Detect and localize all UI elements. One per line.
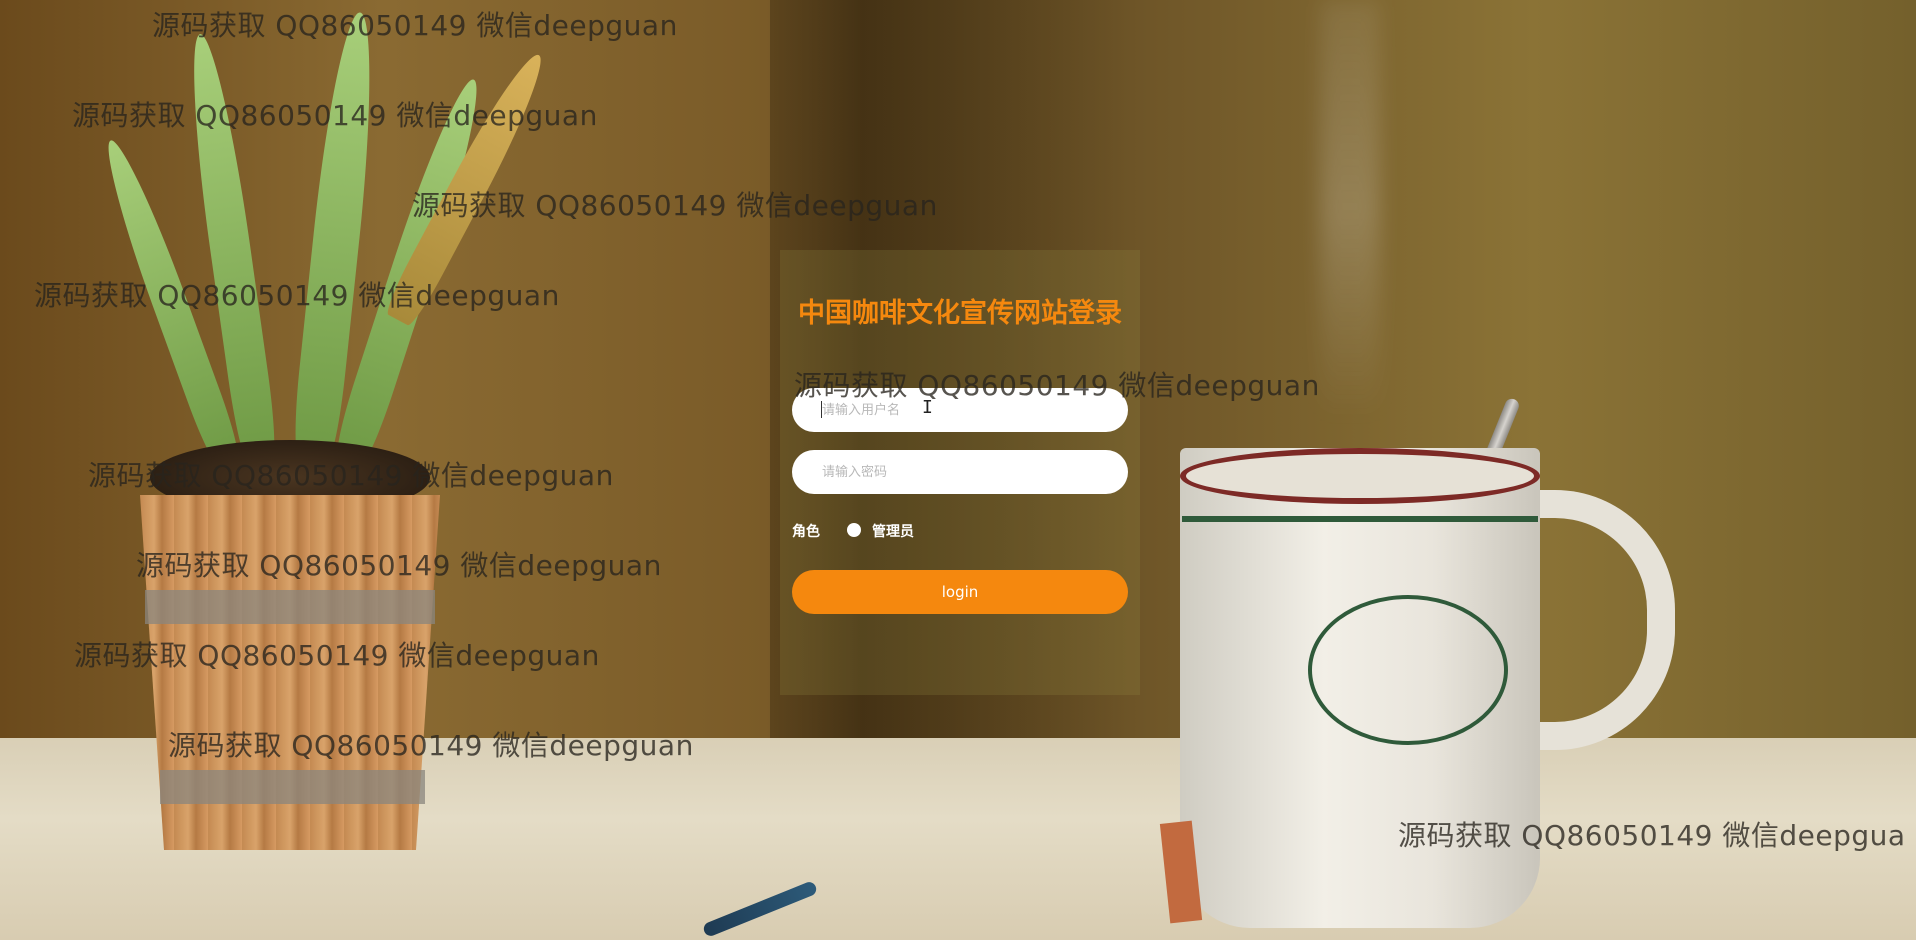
watermark-text: 源码获取 QQ86050149 微信deepguan (794, 369, 1320, 402)
watermark-text: 源码获取 QQ86050149 微信deepguan (88, 459, 614, 492)
steam (1320, 0, 1380, 420)
cup-rim (1180, 448, 1540, 504)
password-input[interactable] (792, 450, 1128, 494)
pot-band (160, 770, 425, 804)
watermark-text: 源码获取 QQ86050149 微信deepguan (152, 9, 678, 42)
watermark-text: 源码获取 QQ86050149 微信deepguan (168, 729, 694, 762)
role-option-label[interactable]: 管理员 (872, 521, 914, 541)
watermark-text: 源码获取 QQ86050149 微信deepguan (136, 549, 662, 582)
watermark-text: 源码获取 QQ86050149 微信deepguan (72, 99, 598, 132)
cup-stripe (1182, 516, 1538, 522)
role-label: 角色 (792, 524, 820, 540)
watermark-text: 源码获取 QQ86050149 微信deepguan (412, 189, 938, 222)
login-button[interactable]: login (792, 570, 1128, 614)
watermark-text: 源码获取 QQ86050149 微信deepguan (34, 279, 560, 312)
cup-logo (1308, 595, 1508, 745)
watermark-text: 源码获取 QQ86050149 微信deepguan (74, 639, 600, 672)
pot-band (145, 590, 435, 624)
watermark-text: 源码获取 QQ86050149 微信deepgua (1398, 819, 1906, 852)
login-title: 中国咖啡文化宣传网站登录 (798, 298, 1122, 329)
role-radio-admin[interactable] (847, 523, 861, 537)
